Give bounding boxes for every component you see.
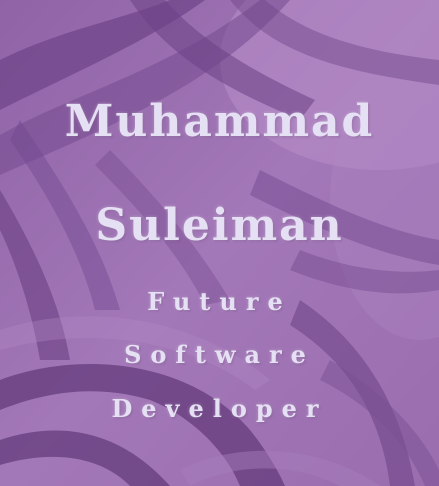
subtitle-line-2: Software bbox=[124, 340, 315, 369]
title-card: Muhammad Suleiman Future Software Develo… bbox=[0, 0, 439, 486]
subtitle-line-1: Future bbox=[147, 287, 292, 316]
last-name-heading: Suleiman bbox=[95, 200, 344, 251]
subtitle-line-3: Developer bbox=[111, 394, 328, 423]
first-name-heading: Muhammad bbox=[64, 96, 375, 147]
